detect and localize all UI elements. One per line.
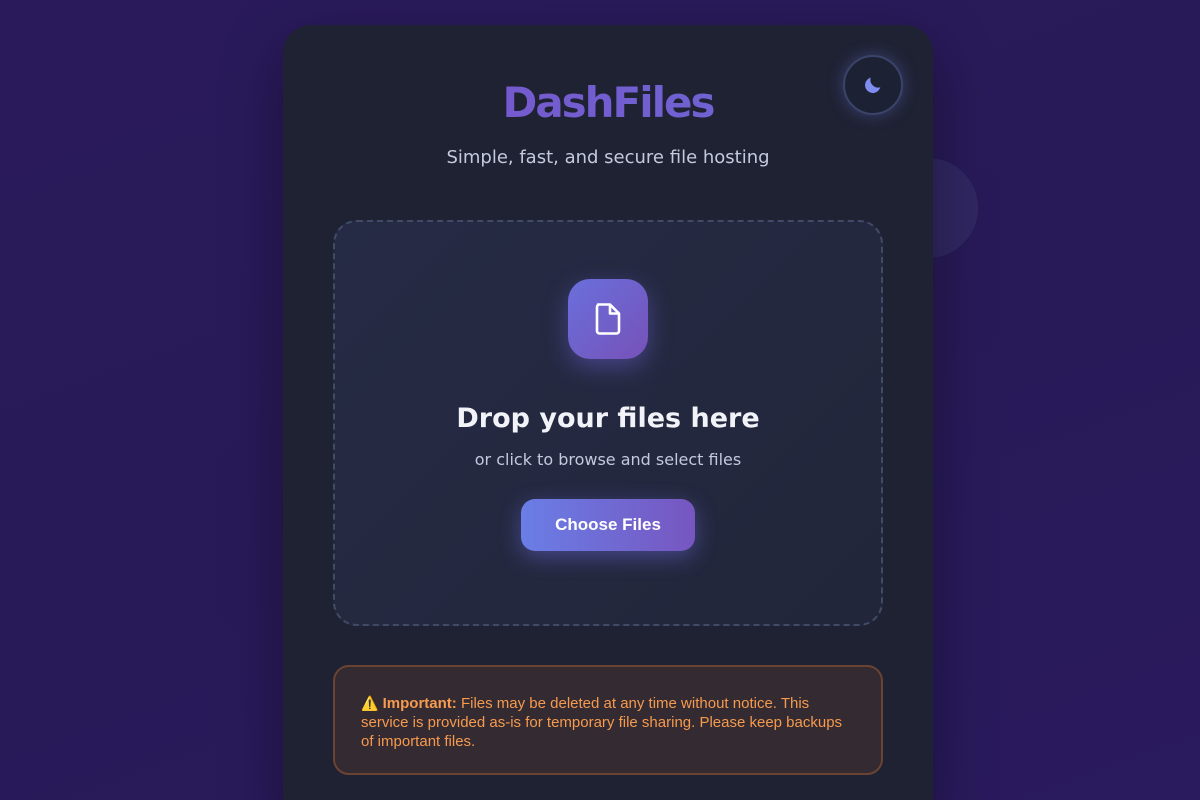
- notice-label: Important:: [382, 695, 457, 712]
- file-icon: [595, 303, 621, 335]
- file-dropzone[interactable]: Drop your files here or click to browse …: [333, 220, 883, 626]
- upload-card: DashFiles Simple, fast, and secure file …: [283, 25, 933, 800]
- warning-icon: ⚠️: [361, 695, 379, 711]
- important-notice: ⚠️ Important: Files may be deleted at an…: [333, 665, 883, 775]
- dropzone-title: Drop your files here: [456, 403, 760, 434]
- choose-files-button[interactable]: Choose Files: [521, 499, 695, 551]
- app-tagline: Simple, fast, and secure file hosting: [446, 147, 770, 168]
- file-badge: [568, 279, 648, 359]
- dropzone-subtitle: or click to browse and select files: [474, 450, 742, 469]
- app-title: DashFiles: [283, 77, 933, 129]
